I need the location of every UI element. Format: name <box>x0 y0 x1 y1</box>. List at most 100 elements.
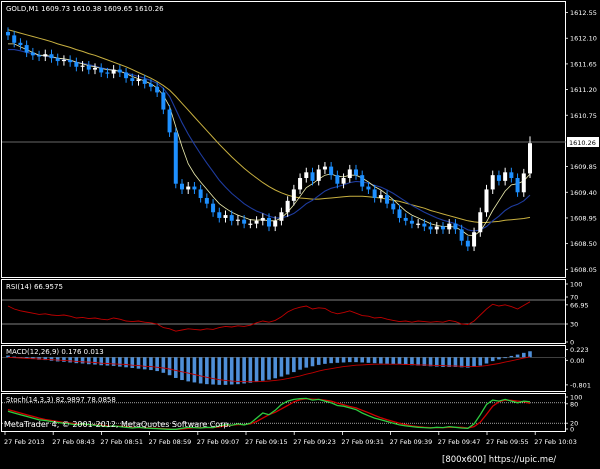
macd-bar <box>285 357 290 375</box>
candle-body <box>111 69 116 74</box>
candle-body <box>43 54 48 57</box>
candle-body <box>117 69 122 73</box>
macd-bar <box>316 357 321 365</box>
candle-body <box>68 59 73 63</box>
macd-bar <box>279 357 284 377</box>
macd-bar <box>217 357 222 385</box>
candle-body <box>99 67 104 73</box>
candle-body <box>273 220 278 227</box>
candle-body <box>148 83 153 87</box>
y-tick-label: 1612.10 <box>570 35 597 43</box>
candle-body <box>409 220 414 224</box>
candle-body <box>503 172 508 181</box>
macd-bar <box>310 357 315 367</box>
candle-body <box>515 178 520 193</box>
y-tick-label: 1609.40 <box>570 189 597 197</box>
macd-bar <box>329 357 333 364</box>
ma-mid-line <box>8 49 531 232</box>
metatrader-footer: MetaTrader 4, © 2001-2012, MetaQuotes So… <box>4 420 231 429</box>
candle-body <box>254 220 259 224</box>
candle-body <box>521 173 526 193</box>
candle-body <box>49 54 54 59</box>
y-tick-label: 1608.95 <box>570 214 597 222</box>
trading-chart[interactable]: 1612.55 1612.10 1611.65 1611.20 1610.75 1609.… <box>0 0 600 469</box>
candle-body <box>496 175 501 181</box>
candle-body <box>30 52 35 56</box>
candle-body <box>6 31 10 36</box>
macd-bar <box>99 357 104 366</box>
x-tick-label: 27 Feb 08:59 <box>149 438 192 446</box>
y-tick-label: 1608.05 <box>570 266 597 274</box>
candle-body <box>391 203 396 210</box>
macd-bar <box>192 357 197 383</box>
candle-body <box>211 203 216 213</box>
macd-bar <box>416 357 420 366</box>
candle-body <box>472 232 477 247</box>
candle-body <box>285 200 290 213</box>
candle-body <box>93 67 97 70</box>
x-tick-label: 27 Feb 09:07 <box>197 438 240 446</box>
candle-body <box>360 175 365 187</box>
rsi-panel-header: RSI(14) 66.9575 <box>6 283 63 291</box>
time-axis: 27 Feb 2013 27 Feb 08:43 27 Feb 08:51 27 Fe… <box>4 431 577 446</box>
rsi-tick-label: 100 <box>570 281 582 289</box>
macd-bar <box>173 357 178 378</box>
candle-body <box>434 226 439 230</box>
candle-body <box>490 175 495 190</box>
x-tick-label: 27 Feb 08:51 <box>100 438 143 446</box>
candle-body <box>37 55 42 57</box>
candle-body <box>18 42 23 46</box>
candle-body <box>192 186 197 190</box>
macd-bar <box>236 357 240 385</box>
candle-body <box>422 223 427 227</box>
candle-body <box>329 166 334 176</box>
candle-body <box>155 86 160 93</box>
macd-bar <box>292 357 296 373</box>
rsi-tick-label: 66.95 <box>570 301 589 309</box>
x-tick-label: 27 Feb 09:39 <box>390 438 433 446</box>
candle-body <box>80 65 85 67</box>
candle-body <box>167 109 172 133</box>
candle-body <box>528 143 532 174</box>
rsi-line <box>7 301 531 332</box>
candle-body <box>74 62 79 67</box>
macd-bar <box>273 357 278 379</box>
macd-bar <box>167 357 172 376</box>
macd-bar <box>49 357 54 361</box>
macd-bar <box>118 357 122 367</box>
candle-body <box>291 189 296 201</box>
x-tick-label: 27 Feb 2013 <box>4 438 44 446</box>
candle-body <box>105 72 110 74</box>
macd-bar <box>515 354 520 358</box>
y-tick-label: 1612.55 <box>570 9 597 17</box>
y-tick-label: 1611.20 <box>570 86 597 94</box>
candle-body <box>186 186 191 190</box>
macd-bar <box>472 357 476 367</box>
candle-body <box>372 189 377 198</box>
candlesticks <box>6 27 532 252</box>
macd-bar <box>260 357 265 381</box>
candle-body <box>322 166 327 170</box>
candle-body <box>478 212 483 233</box>
macd-bar <box>478 357 483 366</box>
x-tick-label: 27 Feb 08:43 <box>52 438 95 446</box>
candle-body <box>173 132 178 184</box>
macd-panel-header: MACD(12,26,9) 0.176 0.013 <box>6 348 104 356</box>
macd-bar <box>180 357 184 381</box>
candle-body <box>453 223 458 230</box>
candle-body <box>441 226 445 230</box>
candle-body <box>267 217 271 227</box>
candle-body <box>204 197 209 204</box>
candle-body <box>465 240 470 247</box>
macd-bar <box>130 357 135 368</box>
macd-bar <box>149 357 153 371</box>
candle-body <box>316 169 321 181</box>
upic-watermark: [800x600] https://upic.me/ <box>442 455 556 465</box>
macd-bar <box>136 357 141 369</box>
candle-body <box>223 215 228 218</box>
candle-body <box>416 223 421 225</box>
macd-histogram <box>6 351 532 385</box>
macd-bar <box>509 355 514 358</box>
macd-bar <box>360 357 365 363</box>
candle-body <box>447 223 452 230</box>
